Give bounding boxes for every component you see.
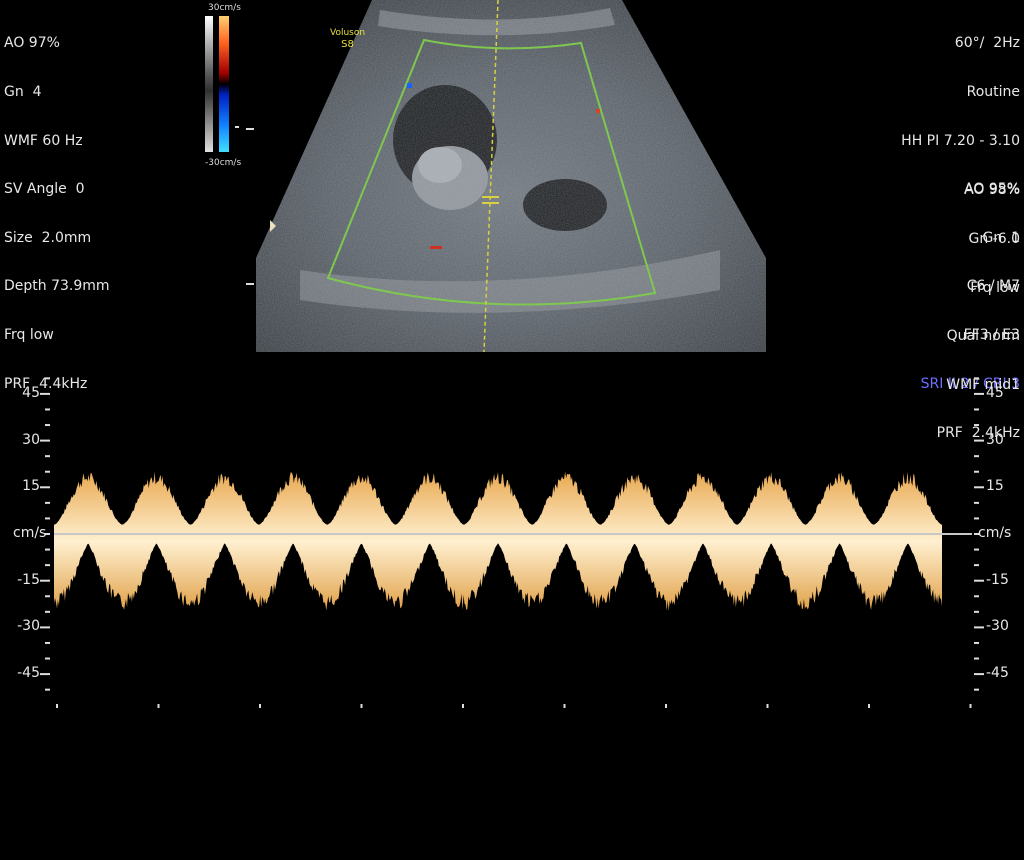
y-tick-label-right: -30: [986, 618, 1009, 635]
y-tick-label-left: -15: [17, 571, 40, 588]
y-tick-label-left: 15: [22, 478, 40, 495]
y-tick-label-right: -45: [986, 665, 1009, 682]
unit-label-right: cm/s: [978, 525, 1012, 541]
depth-tick: [246, 283, 254, 285]
depth-tick: [246, 128, 254, 130]
y-tick-label-left: 45: [22, 384, 40, 401]
y-tick-label-left: -45: [17, 665, 40, 682]
unit-label-left: cm/s: [13, 525, 47, 541]
b-mode-image: [256, 0, 766, 353]
y-tick-label-right: -15: [986, 571, 1009, 588]
y-tick-label-left: 30: [22, 431, 40, 448]
spectral-doppler-chart: [40, 377, 984, 708]
y-tick-label-left: -30: [17, 618, 40, 635]
wordmark: Voluson S8: [330, 28, 366, 50]
doppler-spectrum: [54, 471, 942, 612]
y-tick-label-right: 15: [986, 478, 1004, 495]
y-tick-label-right: 30: [986, 431, 1004, 448]
y-tick-label-right: 45: [986, 384, 1004, 401]
